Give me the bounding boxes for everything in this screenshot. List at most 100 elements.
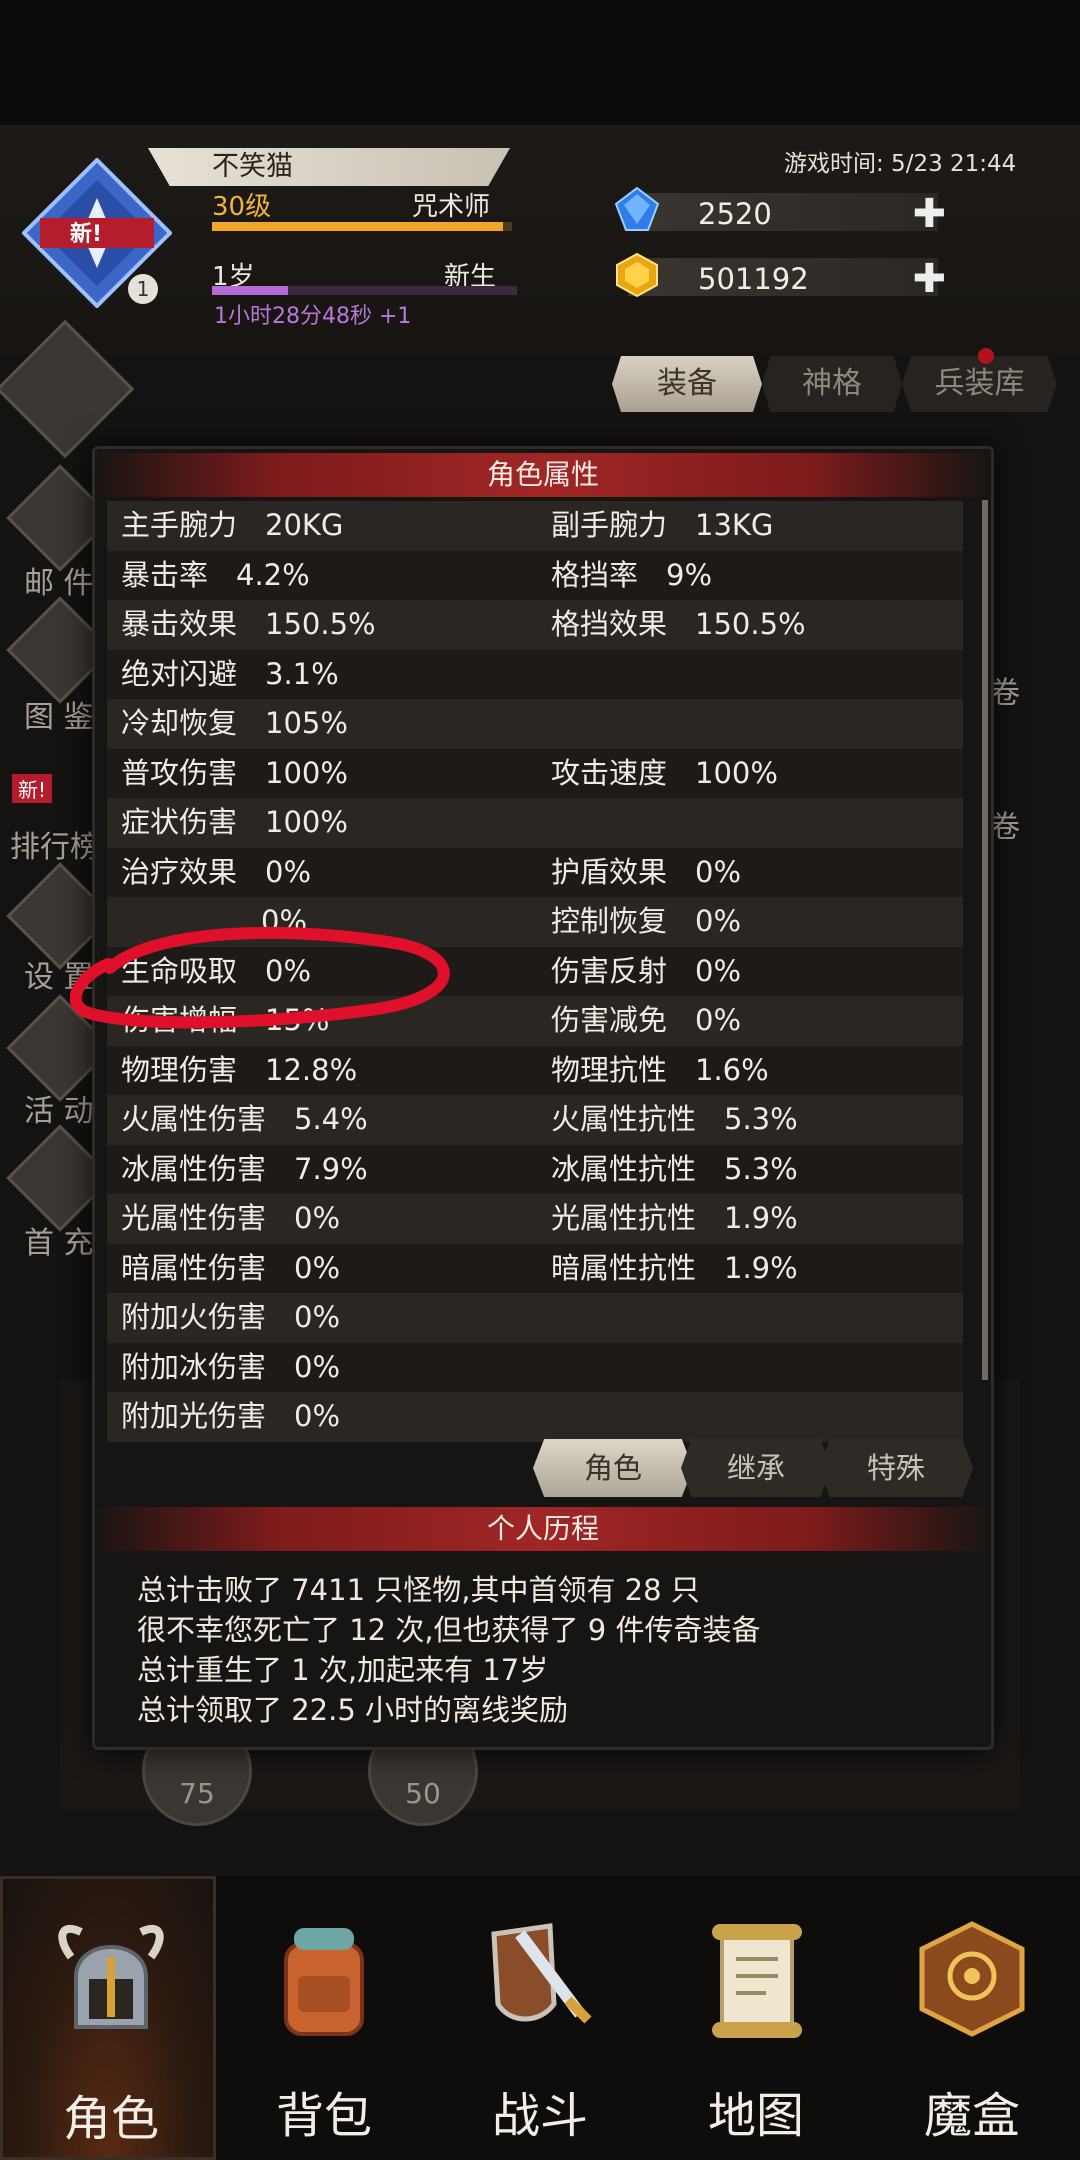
magic-box-icon [919, 1921, 1025, 2037]
nav-backpack[interactable]: 背包 [216, 1876, 432, 2160]
gold-counter: 501192 ✚ [628, 256, 946, 302]
gem-counter: 2520 ✚ [628, 191, 946, 237]
attribute-cell: 暴击率 4.2% [121, 551, 310, 601]
attribute-value: 5.3% [724, 1151, 798, 1186]
attributes-panel: 角色属性 主手腕力 20KG 副手腕力 13KG 暴击率 4.2% 格挡率 9% 暴击效果 150… [92, 446, 994, 1750]
attribute-cell: 附加光伤害 0% [121, 1392, 340, 1442]
luck-value: 50 [405, 1777, 441, 1810]
attribute-value: 7.9% [294, 1151, 368, 1186]
attribute-cell [551, 798, 579, 848]
side-new-badge: 新! [12, 774, 53, 803]
tab-divinity[interactable]: 神格 [762, 356, 902, 412]
attribute-cell: 冰属性伤害 7.9% [121, 1145, 368, 1195]
side-label-events[interactable]: 活 动 [24, 1086, 94, 1130]
emblem-count: 1 [128, 274, 158, 304]
player-name: 不笑猫 [148, 148, 510, 186]
tab-arsenal[interactable]: 兵装库 [902, 356, 1057, 412]
nav-label-character: 角色 [62, 2091, 159, 2147]
attribute-label: 附加光伤害 [121, 1399, 267, 1433]
side-label-ranking[interactable]: 排行榜 [10, 822, 100, 866]
history-line: 总计领取了 22.5 小时的离线奖励 [137, 1693, 569, 1727]
attribute-label: 格挡效果 [551, 607, 668, 641]
attribute-cell: 副手腕力 13KG [551, 501, 773, 551]
attribute-label: 护盾效果 [551, 854, 668, 889]
attribute-label: 普攻伤害 [121, 755, 238, 790]
side-label-codex[interactable]: 图 鉴 [24, 692, 94, 736]
age-progress-fill [212, 286, 289, 295]
nav-map[interactable]: 地图 [648, 1876, 864, 2160]
attributes-title: 角色属性 [95, 453, 991, 497]
nav-label-battle: 战斗 [491, 2088, 588, 2144]
attribute-row: 治疗效果 0% 护盾效果 0% [107, 847, 963, 898]
nav-battle[interactable]: 战斗 [432, 1876, 648, 2160]
attribute-row: 附加火伤害 0% [107, 1293, 963, 1343]
side-label-mail[interactable]: 邮 件 [24, 558, 94, 602]
attribute-label: 副手腕力 [551, 508, 668, 542]
add-gems-button[interactable]: ✚ [912, 191, 946, 237]
attribute-row: 绝对闪避 3.1% [107, 649, 963, 699]
nav-magic-box[interactable]: 魔盒 [864, 1876, 1080, 2160]
attribute-label: 光属性抗性 [551, 1201, 697, 1235]
age-timer: 1小时28分48秒 +1 [214, 304, 412, 329]
attribute-label: 冰属性伤害 [121, 1151, 267, 1186]
attribute-label: 物理抗性 [551, 1052, 668, 1087]
attribute-cell: 冷却恢复 105% [121, 699, 348, 749]
attribute-label: 绝对闪避 [121, 656, 238, 691]
attribute-value: 100% [265, 755, 348, 790]
sub-tab-special[interactable]: 特殊 [819, 1439, 973, 1497]
sword-shield-icon [491, 1923, 592, 2024]
panel-scrollbar-thumb[interactable] [982, 500, 988, 1380]
attribute-cell: 火属性伤害 5.4% [121, 1095, 368, 1145]
attribute-label: 症状伤害 [121, 805, 238, 839]
attribute-value: 20KG [265, 508, 344, 542]
attribute-cell: 治疗效果 0% [121, 848, 311, 898]
attribute-label: 治疗效果 [121, 854, 238, 889]
player-level: 30级 [212, 192, 272, 222]
sub-tab-inherit[interactable]: 继承 [681, 1439, 831, 1497]
history-line: 总计击败了 7411 只怪物,其中首领有 28 只 [137, 1573, 700, 1607]
tab-equipment[interactable]: 装备 [612, 356, 762, 412]
side-label-first-recharge[interactable]: 首 充 [24, 1218, 94, 1262]
player-class: 咒术师 [412, 192, 491, 222]
attribute-cell: 症状伤害 100% [121, 798, 348, 848]
attribute-cell: 暗属性伤害 0% [121, 1244, 340, 1294]
attribute-row: 暴击率 4.2% 格挡率 9% [107, 550, 963, 601]
attribute-label: 附加冰伤害 [121, 1349, 267, 1384]
level-progress-fill [212, 222, 503, 231]
nav-character[interactable]: 角色 [0, 1876, 216, 2160]
attribute-value: 9% [666, 557, 713, 592]
sub-tab-role[interactable]: 角色 [533, 1439, 693, 1497]
red-circle-annotation [70, 926, 450, 1029]
add-gold-button[interactable]: ✚ [912, 256, 946, 302]
attribute-cell [551, 1343, 579, 1393]
attribute-value: 150.5% [265, 607, 376, 641]
attribute-value: 1.9% [724, 1250, 798, 1285]
attribute-cell [551, 1392, 579, 1442]
attribute-row: 附加光伤害 0% [107, 1392, 963, 1442]
attribute-cell: 附加冰伤害 0% [121, 1343, 340, 1393]
attribute-cell [551, 699, 579, 749]
history-line: 总计重生了 1 次,加起来有 17岁 [137, 1653, 549, 1687]
new-badge: 新! [70, 222, 103, 247]
attribute-cell: 格挡效果 150.5% [551, 600, 806, 650]
gem-icon [614, 186, 660, 232]
attribute-value: 150.5% [695, 607, 806, 641]
attribute-cell: 火属性抗性 5.3% [551, 1095, 798, 1145]
endurance-value: 75 [179, 1777, 215, 1810]
attribute-value: 0% [265, 854, 312, 889]
attribute-row: 冷却恢复 105% [107, 699, 963, 749]
attribute-row: 症状伤害 100% [107, 798, 963, 848]
attribute-label: 格挡率 [551, 557, 639, 592]
attribute-label: 主手腕力 [121, 508, 238, 542]
attribute-row: 火属性伤害 5.4% 火属性抗性 5.3% [107, 1095, 963, 1145]
attribute-row: 附加冰伤害 0% [107, 1342, 963, 1393]
attribute-cell: 伤害减免 0% [551, 996, 741, 1046]
attribute-value: 105% [265, 706, 348, 740]
right-scroll-label[interactable]: 卷 [990, 668, 1020, 712]
attribute-cell: 护盾效果 0% [551, 848, 741, 898]
right-scroll-label[interactable]: 卷 [990, 802, 1020, 846]
attribute-value: 0% [695, 1003, 742, 1037]
attribute-row: 暴击效果 150.5% 格挡效果 150.5% [107, 600, 963, 650]
attribute-row: 普攻伤害 100% 攻击速度 100% [107, 748, 963, 798]
helmet-icon [58, 1924, 164, 2029]
